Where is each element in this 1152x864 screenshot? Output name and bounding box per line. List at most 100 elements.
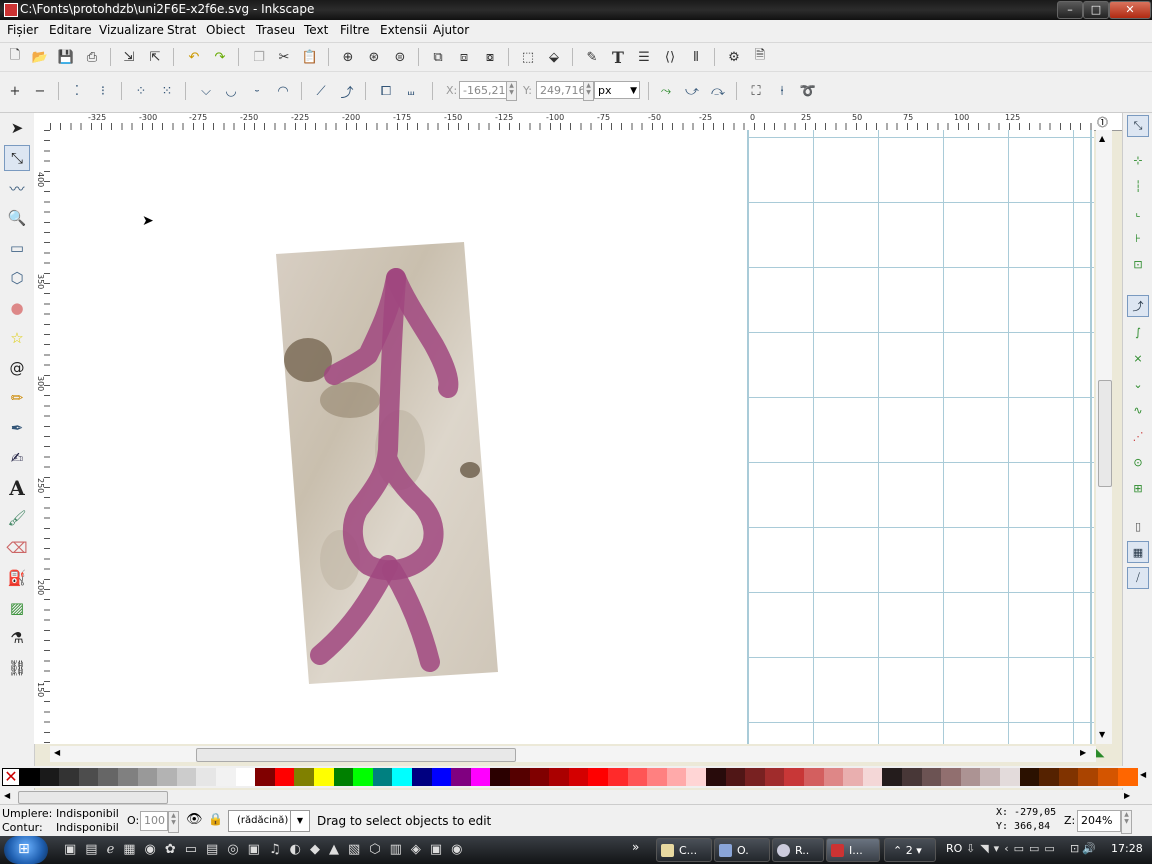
scroll-right-icon[interactable]: ▶: [1080, 748, 1086, 757]
color-swatch[interactable]: [627, 768, 648, 786]
hide-layer-icon[interactable]: 👁: [186, 812, 203, 827]
menu-file[interactable]: Fișier: [7, 23, 38, 37]
break-path-icon[interactable]: ⁝: [94, 82, 112, 100]
duplicate-object-icon[interactable]: ⧉: [429, 48, 447, 66]
snap-cusp-nodes-icon[interactable]: ⌄: [1127, 373, 1149, 395]
menu-layer[interactable]: Strat: [167, 23, 196, 37]
snap-bbox-center-icon[interactable]: ⊡: [1127, 253, 1149, 275]
color-swatch[interactable]: [255, 768, 276, 786]
text-tool-icon[interactable]: A: [4, 475, 30, 501]
color-swatch[interactable]: [372, 768, 393, 786]
color-swatch[interactable]: [157, 768, 178, 786]
preferences-icon[interactable]: ⚙: [725, 48, 743, 66]
taskbar-item[interactable]: R..: [772, 838, 824, 862]
color-swatch[interactable]: [980, 768, 1001, 786]
scroll-down-icon[interactable]: ▼: [1099, 730, 1105, 739]
color-swatch[interactable]: [490, 768, 511, 786]
color-swatch[interactable]: [862, 768, 883, 786]
menu-text[interactable]: Text: [304, 23, 328, 37]
color-swatch[interactable]: [39, 768, 60, 786]
quick-launch-expand[interactable]: »: [632, 840, 639, 854]
color-swatch[interactable]: [392, 768, 413, 786]
export-icon[interactable]: ⇱: [146, 48, 164, 66]
new-document-icon[interactable]: 🗋: [6, 48, 24, 66]
layers-icon[interactable]: ☰: [635, 48, 653, 66]
color-swatch[interactable]: [137, 768, 158, 786]
snap-intersections-icon[interactable]: ⨯: [1127, 347, 1149, 369]
node-cusp-icon[interactable]: ⌵: [197, 82, 215, 100]
paint-bucket-tool-icon[interactable]: ⛽: [4, 565, 30, 591]
horizontal-scroll-thumb[interactable]: [196, 748, 516, 762]
ungroup-icon[interactable]: ⬙: [545, 48, 563, 66]
color-swatch[interactable]: [353, 768, 374, 786]
color-swatch[interactable]: [196, 768, 217, 786]
star-tool-icon[interactable]: ☆: [4, 325, 30, 351]
cut-icon[interactable]: ✂: [275, 48, 293, 66]
calligraphy-tool-icon[interactable]: ✍: [4, 445, 30, 471]
color-swatch[interactable]: [1058, 768, 1079, 786]
3d-box-tool-icon[interactable]: ⬡: [4, 265, 30, 291]
gradient-tool-icon[interactable]: ▨: [4, 595, 30, 621]
menu-path[interactable]: Traseu: [256, 23, 295, 37]
snap-nodes-icon[interactable]: ⤴: [1127, 295, 1149, 317]
snap-bbox-edge-icon[interactable]: ┆: [1127, 175, 1149, 197]
import-icon[interactable]: ⇲: [120, 48, 138, 66]
paste-icon[interactable]: 📋: [301, 48, 319, 66]
duplicate-icon[interactable]: ❐: [250, 48, 268, 66]
dropper-tool-icon[interactable]: ⚗: [4, 625, 30, 651]
snap-bbox-corner-icon[interactable]: ⌞: [1127, 201, 1149, 223]
mask-edit-icon[interactable]: ⤼: [709, 82, 727, 100]
snap-line-midpoints-icon[interactable]: ⋰: [1127, 425, 1149, 447]
color-swatch[interactable]: [647, 768, 668, 786]
palette-menu-icon[interactable]: ◀: [1140, 770, 1146, 779]
color-swatch[interactable]: [666, 768, 687, 786]
y-coordinate-input[interactable]: 249,716: [536, 81, 586, 99]
object-to-path-icon[interactable]: ⧠: [377, 82, 395, 100]
delete-segment-icon[interactable]: ⁙: [158, 82, 176, 100]
zoom-selection-icon[interactable]: ⊕: [339, 48, 357, 66]
taskbar-item-active[interactable]: I...: [826, 838, 880, 862]
color-swatch[interactable]: [1039, 768, 1060, 786]
color-swatch[interactable]: [451, 768, 472, 786]
color-swatch[interactable]: [78, 768, 99, 786]
show-path-outline-icon[interactable]: ➰: [799, 82, 817, 100]
connector-tool-icon[interactable]: ⛓: [4, 655, 30, 681]
maximize-button[interactable]: □: [1083, 1, 1109, 19]
color-swatch[interactable]: [686, 768, 707, 786]
color-swatch[interactable]: [59, 768, 80, 786]
color-swatch[interactable]: [510, 768, 530, 786]
selector-tool-icon[interactable]: ➤: [4, 115, 30, 141]
fill-stroke-icon[interactable]: ✎: [583, 48, 601, 66]
zoom-page-icon[interactable]: ⊜: [391, 48, 409, 66]
color-swatch[interactable]: [941, 768, 962, 786]
tray-status-icons[interactable]: ⊡🔊: [1070, 842, 1110, 858]
color-swatch[interactable]: [1019, 768, 1040, 786]
color-swatch[interactable]: [745, 768, 766, 786]
palette-scroll-thumb[interactable]: [18, 791, 168, 804]
color-management-icon[interactable]: ◣: [1096, 746, 1112, 762]
menu-view[interactable]: Vizualizare: [99, 23, 164, 37]
snap-grids-icon[interactable]: ▦: [1127, 541, 1149, 563]
color-swatch[interactable]: [235, 768, 256, 786]
node-auto-icon[interactable]: ◠: [274, 82, 292, 100]
zoom-drawing-icon[interactable]: ⊛: [365, 48, 383, 66]
node-tool-icon[interactable]: ⤡: [4, 145, 30, 171]
color-swatch[interactable]: [960, 768, 981, 786]
quick-launch-icons[interactable]: ▣▤ℯ▦◉✿▭▤◎▣♫◐◆▲▧⬡▥◈▣◉: [64, 842, 644, 858]
zoom-tool-icon[interactable]: 🔍: [4, 205, 30, 231]
undo-icon[interactable]: ↶: [185, 48, 203, 66]
x-coordinate-input[interactable]: -165,21: [459, 81, 507, 99]
color-swatch[interactable]: [1078, 768, 1099, 786]
spiral-tool-icon[interactable]: @: [4, 355, 30, 381]
scroll-up-icon[interactable]: ▲: [1099, 134, 1105, 143]
color-swatch[interactable]: [314, 768, 334, 786]
system-tray-icons[interactable]: ⇩◥▾‹▭▭▭: [966, 842, 1066, 858]
text-font-icon[interactable]: T: [609, 48, 627, 67]
color-swatch[interactable]: [823, 768, 844, 786]
spray-tool-icon[interactable]: 🖌: [4, 505, 30, 531]
menu-help[interactable]: Ajutor: [433, 23, 469, 37]
snap-paths-icon[interactable]: ∫: [1127, 321, 1149, 343]
segment-line-icon[interactable]: ⟋: [312, 82, 330, 100]
minimize-button[interactable]: –: [1057, 1, 1083, 19]
snap-smooth-nodes-icon[interactable]: ∿: [1127, 399, 1149, 421]
